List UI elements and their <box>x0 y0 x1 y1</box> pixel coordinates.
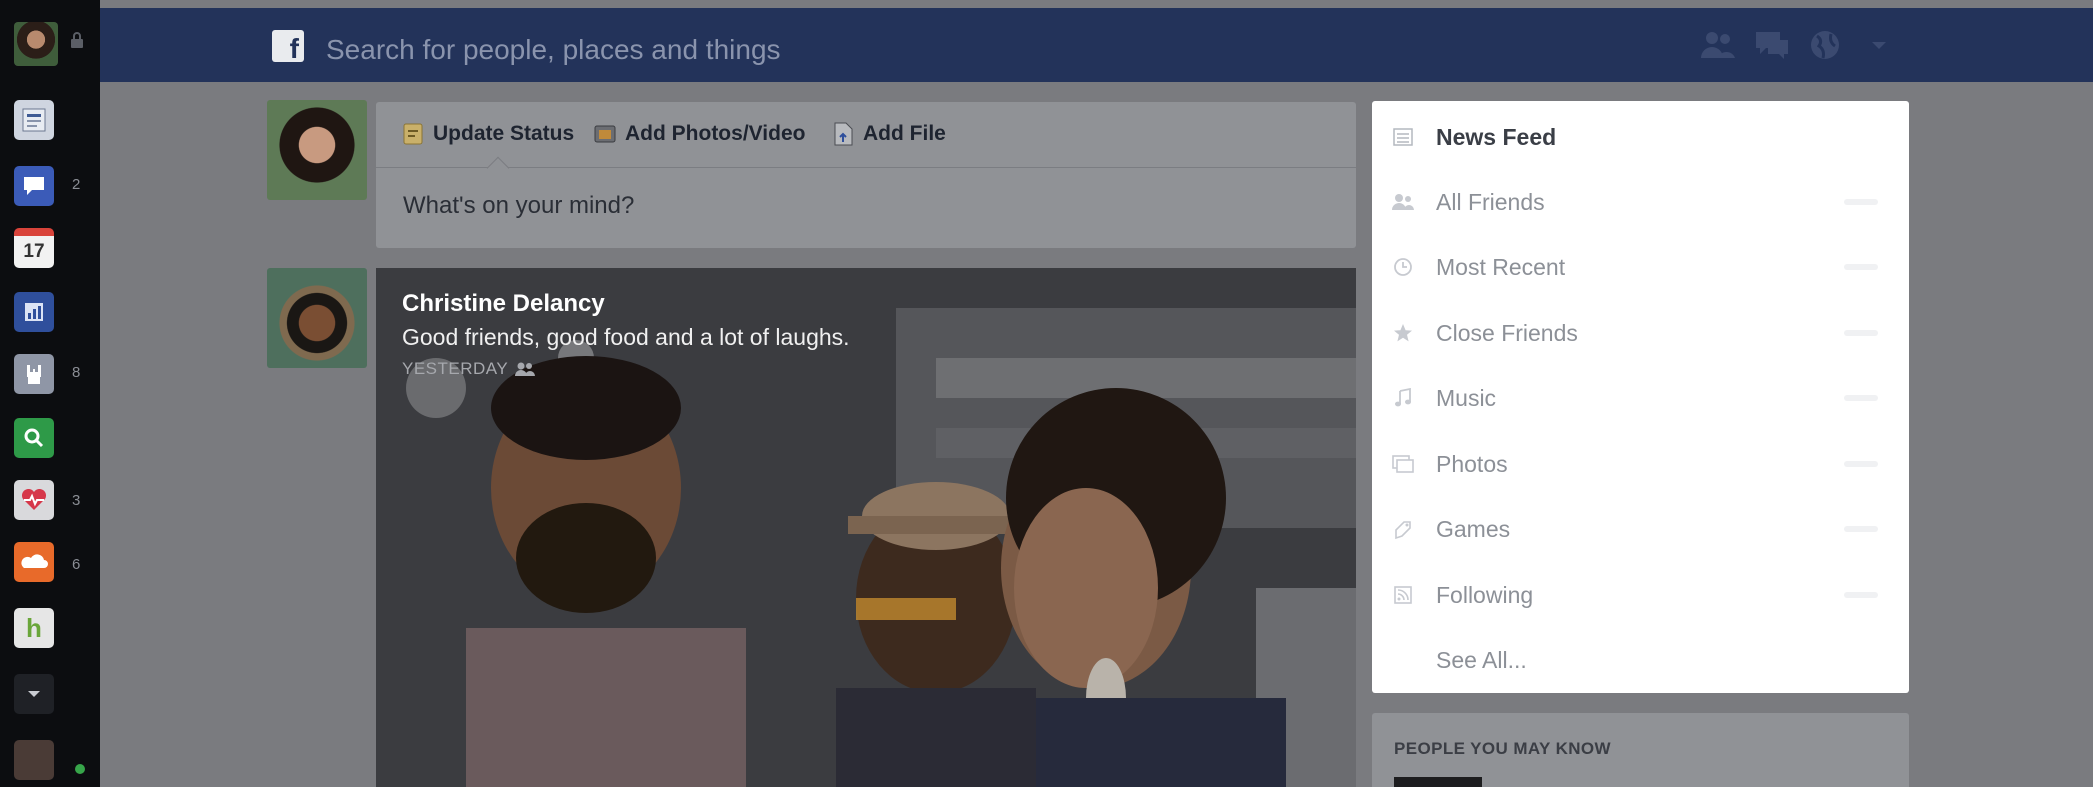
messages-badge: 2 <box>72 176 81 193</box>
menu-label-see-all: See All... <box>1436 646 1527 673</box>
logo-letter: f <box>289 33 299 62</box>
messages-icon[interactable] <box>1752 28 1792 62</box>
feed-filter-menu: News Feed All Friends Most Recent Close … <box>1372 101 1909 693</box>
games-icon <box>1392 518 1414 540</box>
heart-app-icon[interactable] <box>14 480 54 520</box>
menu-item-all-friends[interactable]: All Friends <box>1392 180 1892 224</box>
photo-icon <box>594 125 616 143</box>
blank-icon-slot <box>1392 649 1414 671</box>
people-you-may-know-title: PEOPLE YOU MAY KNOW <box>1394 739 1611 758</box>
rock-hand-app-icon[interactable] <box>14 354 54 394</box>
current-user-avatar[interactable] <box>14 22 58 66</box>
story-photo[interactable]: Christine Delancy Good friends, good foo… <box>376 268 1356 787</box>
chat-user-avatar[interactable] <box>14 740 54 780</box>
menu-count-most-recent <box>1844 264 1878 270</box>
notifications-globe-icon[interactable] <box>1805 28 1845 62</box>
menu-item-close-friends[interactable]: Close Friends <box>1392 311 1892 355</box>
soundcloud-badge: 6 <box>72 556 81 573</box>
story-author-name[interactable]: Christine Delancy <box>402 290 605 318</box>
menu-label-photos: Photos <box>1436 450 1508 477</box>
status-input[interactable]: What's on your mind? <box>403 192 634 220</box>
friends-audience-icon[interactable] <box>514 361 536 377</box>
soundcloud-icon[interactable] <box>14 542 54 582</box>
houzz-letter: h <box>26 612 42 643</box>
add-file-label: Add File <box>863 122 946 145</box>
file-icon <box>834 122 853 146</box>
menu-label-news-feed: News Feed <box>1436 123 1557 150</box>
messages-icon[interactable] <box>14 166 54 206</box>
composer-user-avatar[interactable] <box>267 100 367 200</box>
menu-count-following <box>1844 592 1878 598</box>
suggested-person-photo[interactable] <box>1394 777 1482 787</box>
friend-requests-icon[interactable] <box>1698 28 1738 62</box>
search-input[interactable]: Search for people, places and things <box>326 34 781 66</box>
houzz-app-icon[interactable]: h <box>14 608 54 648</box>
dropdown-arrow-icon[interactable] <box>1864 28 1894 62</box>
app-rail: 2 17 8 3 6 h <box>0 0 100 787</box>
menu-count-music <box>1844 395 1878 401</box>
rss-feed-icon <box>1392 584 1414 606</box>
add-photos-video-label: Add Photos/Video <box>625 122 806 145</box>
update-status-label: Update Status <box>433 122 575 145</box>
story-time-label: YESTERDAY <box>402 359 509 378</box>
menu-count-photos <box>1844 461 1878 467</box>
menu-item-games[interactable]: Games <box>1392 507 1892 551</box>
menu-label-close-friends: Close Friends <box>1436 319 1578 346</box>
news-feed-icon <box>1392 126 1414 148</box>
chevron-down-icon[interactable] <box>14 674 54 714</box>
menu-count-all-friends <box>1844 199 1878 205</box>
people-you-may-know-box: PEOPLE YOU MAY KNOW <box>1372 713 1909 787</box>
friends-icon <box>1392 191 1414 213</box>
lock-icon <box>71 32 83 48</box>
menu-label-music: Music <box>1436 384 1497 411</box>
menu-label-most-recent: Most Recent <box>1436 253 1566 280</box>
menu-item-most-recent[interactable]: Most Recent <box>1392 245 1892 289</box>
search-app-icon[interactable] <box>14 418 54 458</box>
menu-label-games: Games <box>1436 515 1511 542</box>
status-icon <box>403 123 423 145</box>
status-composer: Update Status Add Photos/Video Add File … <box>376 102 1356 248</box>
menu-item-following[interactable]: Following <box>1392 573 1892 617</box>
calendar-date-label: 17 <box>23 241 45 262</box>
composer-tabs: Update Status Add Photos/Video Add File <box>376 102 1356 168</box>
newsfeed-icon[interactable] <box>14 100 54 140</box>
menu-item-see-all[interactable]: See All... <box>1392 638 1892 682</box>
rock-hand-badge: 8 <box>72 364 81 381</box>
menu-count-close-friends <box>1844 330 1878 336</box>
facebook-logo-icon[interactable]: f <box>272 30 304 62</box>
chart-app-icon[interactable] <box>14 292 54 332</box>
right-margin <box>1909 82 2093 787</box>
menu-item-photos[interactable]: Photos <box>1392 442 1892 486</box>
menu-item-music[interactable]: Music <box>1392 376 1892 420</box>
add-file-tab[interactable]: Add File <box>832 122 946 146</box>
photos-icon <box>1392 453 1414 475</box>
menu-label-all-friends: All Friends <box>1436 188 1545 215</box>
update-status-tab[interactable]: Update Status <box>402 122 574 146</box>
music-note-icon <box>1392 387 1414 409</box>
clock-icon <box>1392 256 1414 278</box>
menu-label-following: Following <box>1436 581 1534 608</box>
top-navigation-bar: f Search for people, places and things <box>100 8 2093 82</box>
calendar-icon[interactable]: 17 <box>14 228 54 268</box>
add-photos-video-tab[interactable]: Add Photos/Video <box>594 122 805 146</box>
menu-count-games <box>1844 526 1878 532</box>
star-icon <box>1392 322 1414 344</box>
heart-app-badge: 3 <box>72 492 81 509</box>
story-timestamp[interactable]: YESTERDAY <box>402 359 536 379</box>
story-caption: Good friends, good food and a lot of lau… <box>402 324 850 350</box>
story-author-avatar[interactable] <box>267 268 367 368</box>
menu-item-news-feed[interactable]: News Feed <box>1392 115 1892 159</box>
online-status-dot <box>75 764 85 774</box>
